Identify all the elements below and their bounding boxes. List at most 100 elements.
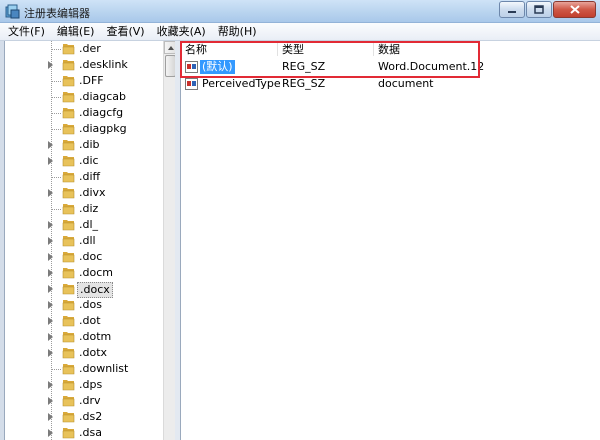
expand-arrow-icon[interactable] xyxy=(48,61,53,69)
tree-item[interactable]: .ds2 xyxy=(5,409,163,425)
maximize-button[interactable] xyxy=(526,1,552,18)
folder-icon xyxy=(62,268,75,279)
tree-item-label: .divx xyxy=(79,186,106,199)
tree-scrollbar[interactable] xyxy=(163,41,175,440)
tree-item[interactable]: .dos xyxy=(5,297,163,313)
folder-icon xyxy=(62,236,75,247)
tree-item[interactable]: .dotm xyxy=(5,329,163,345)
folder-icon xyxy=(62,412,75,423)
tree-item[interactable]: .diagcab xyxy=(5,89,163,105)
expand-arrow-icon[interactable] xyxy=(48,381,53,389)
tree-connector-line xyxy=(52,49,61,50)
menu-bar: 文件(F) 编辑(E) 查看(V) 收藏夹(A) 帮助(H) xyxy=(0,23,600,41)
tree-item[interactable]: .der xyxy=(5,41,163,57)
tree-item[interactable]: .dsa xyxy=(5,425,163,440)
title-bar: 注册表编辑器 xyxy=(0,0,600,23)
tree-item[interactable]: .dot xyxy=(5,313,163,329)
tree-item[interactable]: .doc xyxy=(5,249,163,265)
tree-item[interactable]: .downlist xyxy=(5,361,163,377)
tree-item[interactable]: .divx xyxy=(5,185,163,201)
key-tree-pane: .der .desklink .DFF .diagcab .diagcfg .diagpk… xyxy=(4,41,175,440)
tree-item-label: .diagcfg xyxy=(79,106,124,119)
window-title: 注册表编辑器 xyxy=(24,7,90,20)
folder-icon xyxy=(62,172,75,183)
tree-item-label: .diagcab xyxy=(79,90,127,103)
minimize-button[interactable] xyxy=(499,1,525,18)
expand-arrow-icon[interactable] xyxy=(48,397,53,405)
tree-item[interactable]: .diff xyxy=(5,169,163,185)
tree-item-label: .docm xyxy=(79,266,113,279)
folder-icon xyxy=(62,76,75,87)
tree-item-label: .DFF xyxy=(79,74,104,87)
folder-icon xyxy=(62,252,75,263)
folder-icon xyxy=(62,108,75,119)
folder-icon xyxy=(62,188,75,199)
menu-view[interactable]: 查看(V) xyxy=(100,23,150,41)
tree-item[interactable]: .dic xyxy=(5,153,163,169)
tree-connector-line xyxy=(52,97,61,98)
expand-arrow-icon[interactable] xyxy=(48,269,53,277)
menu-help[interactable]: 帮助(H) xyxy=(212,23,263,41)
tree-item-label: .dib xyxy=(79,138,100,151)
tree-item[interactable]: .dps xyxy=(5,377,163,393)
folder-icon xyxy=(62,60,75,71)
tree-item-label: .diagpkg xyxy=(79,122,127,135)
string-value-icon xyxy=(185,78,198,90)
folder-icon xyxy=(62,140,75,151)
tree-item-label: .dos xyxy=(79,298,102,311)
tree-item[interactable]: .diz xyxy=(5,201,163,217)
folder-icon xyxy=(62,332,75,343)
folder-icon xyxy=(62,348,75,359)
tree-item-label: .dotm xyxy=(79,330,112,343)
expand-arrow-icon[interactable] xyxy=(48,221,53,229)
expand-arrow-icon[interactable] xyxy=(48,429,53,437)
menu-favorites[interactable]: 收藏夹(A) xyxy=(151,23,212,41)
expand-arrow-icon[interactable] xyxy=(48,237,53,245)
tree-item[interactable]: .drv xyxy=(5,393,163,409)
folder-icon xyxy=(62,428,75,439)
expand-arrow-icon[interactable] xyxy=(48,141,53,149)
scroll-thumb[interactable] xyxy=(165,55,175,77)
tree-item[interactable]: .docx xyxy=(5,281,163,298)
tree-item[interactable]: .docm xyxy=(5,265,163,281)
folder-icon xyxy=(62,92,75,103)
menu-edit[interactable]: 编辑(E) xyxy=(51,23,101,41)
tree-item-label: .dll xyxy=(79,234,96,247)
expand-arrow-icon[interactable] xyxy=(48,333,53,341)
tree-item-label: .doc xyxy=(79,250,103,263)
tree-item[interactable]: .DFF xyxy=(5,73,163,89)
scroll-up-button[interactable] xyxy=(164,41,175,54)
close-icon xyxy=(569,5,580,14)
registry-value-type: REG_SZ xyxy=(282,77,326,90)
window-controls xyxy=(498,1,596,18)
tree-item-label: .dl_ xyxy=(79,218,99,231)
minimize-icon xyxy=(508,10,516,13)
expand-arrow-icon[interactable] xyxy=(48,317,53,325)
tree-item[interactable]: .dl_ xyxy=(5,217,163,233)
expand-arrow-icon[interactable] xyxy=(48,301,53,309)
expand-arrow-icon[interactable] xyxy=(48,413,53,421)
tree-connector-line xyxy=(52,81,61,82)
close-button[interactable] xyxy=(553,1,596,18)
folder-icon xyxy=(62,396,75,407)
expand-arrow-icon[interactable] xyxy=(48,253,53,261)
tree-item-label: .docx xyxy=(77,282,113,298)
menu-file[interactable]: 文件(F) xyxy=(2,23,51,41)
tree-item-label: .dsa xyxy=(79,426,102,439)
folder-icon xyxy=(62,316,75,327)
tree-item[interactable]: .dib xyxy=(5,137,163,153)
arrow-up-icon xyxy=(168,46,174,50)
expand-arrow-icon[interactable] xyxy=(48,285,53,293)
values-list-pane: 名称 类型 数据 (默认) REG_SZ Word.Document.12 Perce… xyxy=(180,41,600,440)
tree-item[interactable]: .diagpkg xyxy=(5,121,163,137)
expand-arrow-icon[interactable] xyxy=(48,349,53,357)
expand-arrow-icon[interactable] xyxy=(48,189,53,197)
tree-item[interactable]: .dotx xyxy=(5,345,163,361)
expand-arrow-icon[interactable] xyxy=(48,157,53,165)
tree-item-label: .diz xyxy=(79,202,99,215)
registry-value-row[interactable]: PerceivedType REG_SZ document xyxy=(181,76,600,93)
tree-connector-line xyxy=(52,177,61,178)
tree-item[interactable]: .dll xyxy=(5,233,163,249)
tree-item[interactable]: .diagcfg xyxy=(5,105,163,121)
tree-item[interactable]: .desklink xyxy=(5,57,163,73)
